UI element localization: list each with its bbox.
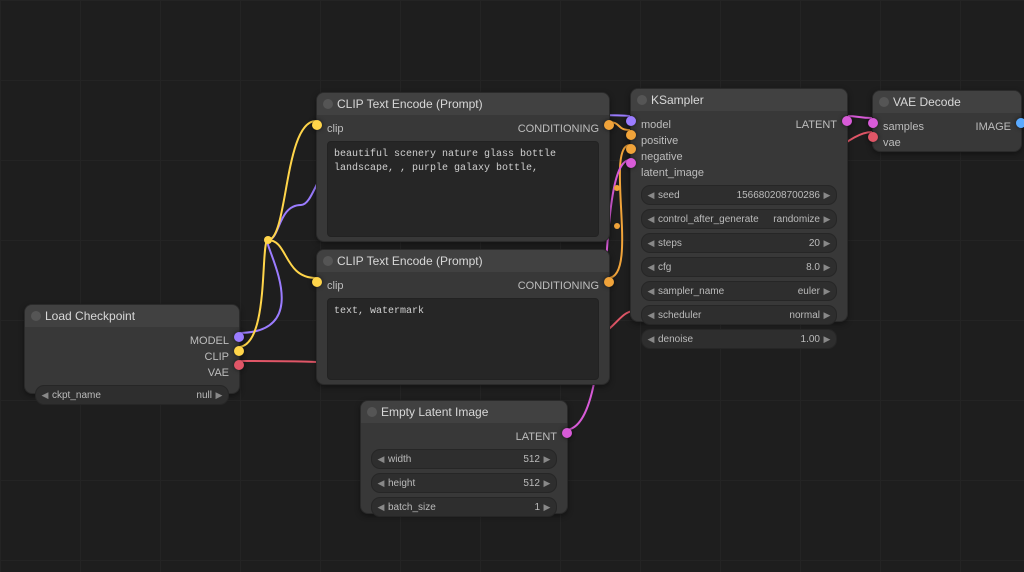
- node-title[interactable]: VAE Decode: [873, 91, 1021, 113]
- node-title[interactable]: KSampler: [631, 89, 847, 111]
- input-label-positive: positive: [641, 135, 678, 147]
- node-clip-text-encode-positive[interactable]: CLIP Text Encode (Prompt) clip CONDITION…: [316, 92, 610, 242]
- widget-denoise[interactable]: ◀denoise1.00▶: [641, 329, 837, 349]
- node-title[interactable]: Load Checkpoint: [25, 305, 239, 327]
- widget-control-after-generate[interactable]: ◀control_after_generaterandomize▶: [641, 209, 837, 229]
- output-label-latent: LATENT: [516, 431, 557, 443]
- widget-width[interactable]: ◀width512▶: [371, 449, 557, 469]
- port-input-samples[interactable]: [868, 118, 878, 128]
- output-label-model: MODEL: [190, 335, 229, 347]
- port-input-clip[interactable]: [312, 277, 322, 287]
- port-input-positive[interactable]: [626, 130, 636, 140]
- widget-ckpt-name[interactable]: ◀ ckpt_name null ▶: [35, 385, 229, 405]
- port-output-conditioning[interactable]: [604, 277, 614, 287]
- widget-cfg[interactable]: ◀cfg8.0▶: [641, 257, 837, 277]
- port-output-vae[interactable]: [234, 360, 244, 370]
- node-title[interactable]: Empty Latent Image: [361, 401, 567, 423]
- chevron-right-icon[interactable]: ▶: [214, 390, 224, 401]
- input-label-samples: samples: [883, 121, 924, 133]
- port-output-conditioning[interactable]: [604, 120, 614, 130]
- output-label-conditioning: CONDITIONING: [518, 123, 599, 135]
- port-input-model[interactable]: [626, 116, 636, 126]
- node-title-label: Load Checkpoint: [45, 309, 135, 323]
- output-label-latent: LATENT: [796, 119, 837, 131]
- port-input-latent-image[interactable]: [626, 158, 636, 168]
- port-input-clip[interactable]: [312, 120, 322, 130]
- chevron-left-icon[interactable]: ◀: [40, 390, 50, 401]
- widget-height[interactable]: ◀height512▶: [371, 473, 557, 493]
- node-title-label: Empty Latent Image: [381, 405, 488, 419]
- port-input-negative[interactable]: [626, 144, 636, 154]
- node-clip-text-encode-negative[interactable]: CLIP Text Encode (Prompt) clip CONDITION…: [316, 249, 610, 385]
- port-output-latent[interactable]: [562, 428, 572, 438]
- port-output-latent[interactable]: [842, 116, 852, 126]
- input-label-clip: clip: [327, 123, 344, 135]
- output-label-conditioning: CONDITIONING: [518, 280, 599, 292]
- input-label-negative: negative: [641, 151, 683, 163]
- node-title-label: VAE Decode: [893, 95, 961, 109]
- node-title-label: KSampler: [651, 93, 704, 107]
- node-empty-latent-image[interactable]: Empty Latent Image LATENT ◀width512▶ ◀he…: [360, 400, 568, 514]
- output-label-image: IMAGE: [976, 121, 1011, 133]
- input-label-clip: clip: [327, 280, 344, 292]
- node-title-label: CLIP Text Encode (Prompt): [337, 254, 483, 268]
- port-output-clip[interactable]: [234, 346, 244, 356]
- widget-batch-size[interactable]: ◀batch_size1▶: [371, 497, 557, 517]
- node-ksampler[interactable]: KSampler model LATENT positive negative l…: [630, 88, 848, 322]
- port-input-vae[interactable]: [868, 132, 878, 142]
- widget-sampler-name[interactable]: ◀sampler_nameeuler▶: [641, 281, 837, 301]
- node-title[interactable]: CLIP Text Encode (Prompt): [317, 93, 609, 115]
- node-vae-decode[interactable]: VAE Decode samples IMAGE vae: [872, 90, 1022, 152]
- output-label-vae: VAE: [208, 367, 229, 379]
- node-title[interactable]: CLIP Text Encode (Prompt): [317, 250, 609, 272]
- input-label-model: model: [641, 119, 671, 131]
- port-output-image[interactable]: [1016, 118, 1024, 128]
- graph-canvas[interactable]: Load Checkpoint MODEL CLIP VAE ◀ ckpt_na…: [0, 0, 1024, 572]
- port-output-model[interactable]: [234, 332, 244, 342]
- input-label-latent-image: latent_image: [641, 167, 704, 179]
- output-label-clip: CLIP: [205, 351, 229, 363]
- node-title-label: CLIP Text Encode (Prompt): [337, 97, 483, 111]
- widget-scheduler[interactable]: ◀schedulernormal▶: [641, 305, 837, 325]
- prompt-textarea[interactable]: text, watermark: [327, 298, 599, 380]
- prompt-textarea[interactable]: beautiful scenery nature glass bottle la…: [327, 141, 599, 237]
- widget-steps[interactable]: ◀steps20▶: [641, 233, 837, 253]
- input-label-vae: vae: [883, 137, 901, 149]
- widget-seed[interactable]: ◀seed156680208700286▶: [641, 185, 837, 205]
- node-load-checkpoint[interactable]: Load Checkpoint MODEL CLIP VAE ◀ ckpt_na…: [24, 304, 240, 394]
